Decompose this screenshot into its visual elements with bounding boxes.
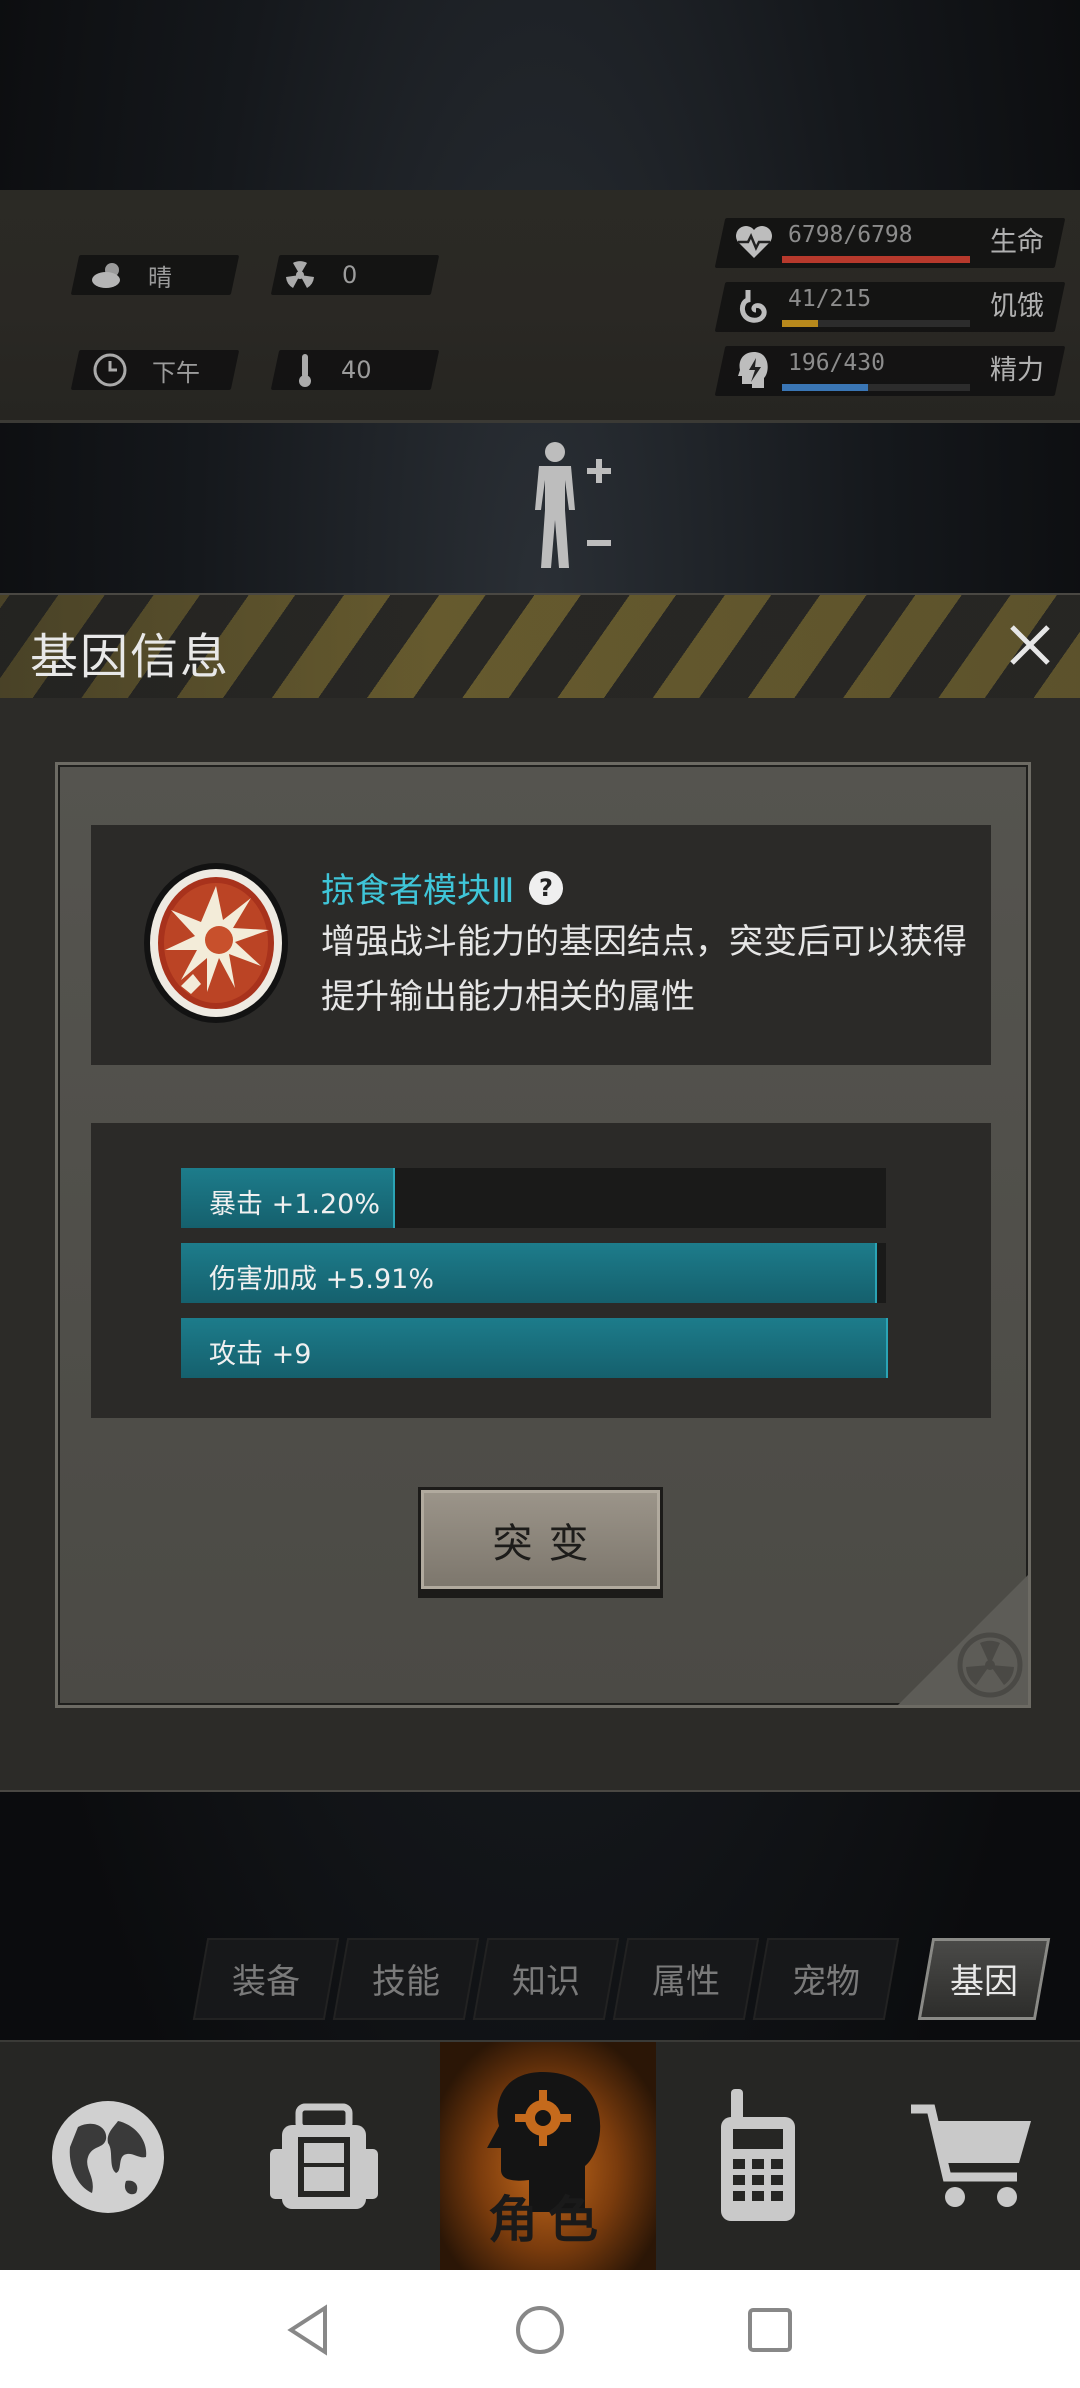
health-bar: 6798/6798 生命 [714, 218, 1066, 268]
health-fill [782, 256, 970, 263]
close-icon [1010, 625, 1050, 665]
help-question-icon[interactable]: ? [528, 870, 564, 906]
tab-equipment-label: 装备 [232, 1962, 300, 2002]
stat-text-attack: 攻击 +9 [209, 1339, 312, 1370]
globe-icon [52, 2101, 164, 2213]
energy-head-icon [736, 350, 772, 394]
predator-gene-icon [141, 858, 291, 1028]
hunger-bar: 41/215 饥饿 [714, 282, 1066, 332]
mutate-button[interactable]: 突变 [418, 1487, 663, 1592]
stat-row-attack: 攻击 +9 [181, 1318, 888, 1378]
health-label: 生命 [990, 227, 1044, 258]
health-value: 6798/6798 [788, 222, 913, 248]
thermometer-icon [285, 350, 325, 390]
gene-name-text: 掠食者模块Ⅲ [321, 871, 515, 911]
stat-row-damage-bonus: 伤害加成 +5.91% [181, 1243, 886, 1303]
character-subtabs: 装备 技能 知识 属性 宠物 基因 [192, 1938, 1060, 2020]
weather-status: 晴 [90, 255, 172, 295]
stat-text-crit: 暴击 +1.20% [209, 1189, 380, 1220]
recents-square-icon [748, 2308, 792, 2352]
cloud-sun-icon [90, 255, 130, 295]
energy-label: 精力 [990, 355, 1044, 386]
status-header: 晴 0 下午 40 6798/6798 生命 41/215 饥饿 196/430… [0, 190, 1080, 568]
gene-description: 增强战斗能力的基因结点，突变后可以获得提升输出能力相关的属性 [321, 922, 967, 1017]
radiation-icon [280, 255, 320, 295]
temperature-value: 40 [341, 356, 372, 384]
nav-radio[interactable] [650, 2042, 866, 2272]
bottom-navigation: 角色 [0, 2040, 1080, 2272]
radiation-watermark-icon [878, 1555, 1028, 1705]
home-circle-icon [516, 2306, 564, 2354]
heartbeat-icon [734, 224, 774, 264]
hunger-fill [782, 320, 818, 327]
stat-text-damage-bonus: 伤害加成 +5.91% [209, 1264, 434, 1295]
gene-info-dialog: 基因信息 掠食者模块Ⅲ ? 增强战斗能力的基因结点，突变后可以获得提升输出能力相… [0, 593, 1080, 1792]
nav-inventory[interactable] [216, 2042, 432, 2272]
stat-row-crit: 暴击 +1.20% [181, 1168, 886, 1228]
nav-shop[interactable] [864, 2042, 1080, 2272]
cart-icon [911, 2104, 1031, 2207]
svg-text:?: ? [539, 874, 553, 902]
gene-stats-box: 暴击 +1.20% 伤害加成 +5.91% 攻击 +9 [91, 1123, 991, 1418]
time-status: 下午 [90, 350, 200, 390]
tab-genes-label: 基因 [950, 1962, 1018, 2002]
radiation-status: 0 [280, 255, 357, 295]
dialog-title: 基因信息 [30, 629, 231, 685]
backpack-icon [270, 2103, 378, 2209]
energy-bar: 196/430 精力 [714, 346, 1066, 396]
tab-knowledge-label: 知识 [512, 1962, 580, 2002]
close-button[interactable] [1000, 615, 1060, 675]
recents-button[interactable] [740, 2300, 800, 2360]
tab-pets-label: 宠物 [792, 1962, 860, 2002]
stomach-icon [738, 288, 770, 328]
time-text: 下午 [152, 358, 200, 387]
hunger-label: 饥饿 [990, 291, 1044, 322]
energy-value: 196/430 [788, 350, 885, 376]
nav-world-map[interactable] [0, 2042, 216, 2272]
system-navigation-bar [0, 2270, 1080, 2388]
hunger-value: 41/215 [788, 286, 872, 312]
nav-character-label: 角色 [488, 2191, 608, 2249]
temperature-status: 40 [285, 350, 372, 390]
nav-character[interactable]: 角色 [440, 2042, 656, 2272]
home-button[interactable] [510, 2300, 570, 2360]
energy-fill [782, 384, 869, 391]
gene-detail-panel: 掠食者模块Ⅲ ? 增强战斗能力的基因结点，突变后可以获得提升输出能力相关的属性 … [55, 762, 1031, 1708]
walkie-talkie-icon [721, 2089, 795, 2221]
radiation-value: 0 [342, 261, 358, 289]
tab-skills-label: 技能 [372, 1962, 440, 2002]
tab-attributes-label: 属性 [652, 1962, 720, 2002]
gene-name: 掠食者模块Ⅲ ? [321, 863, 564, 912]
back-button[interactable] [278, 2300, 338, 2360]
back-triangle-icon [287, 2304, 327, 2356]
body-status-figure[interactable] [525, 440, 625, 574]
clock-icon [90, 350, 130, 390]
gene-info-box: 掠食者模块Ⅲ ? 增强战斗能力的基因结点，突变后可以获得提升输出能力相关的属性 [91, 825, 991, 1065]
weather-text: 晴 [148, 263, 172, 292]
